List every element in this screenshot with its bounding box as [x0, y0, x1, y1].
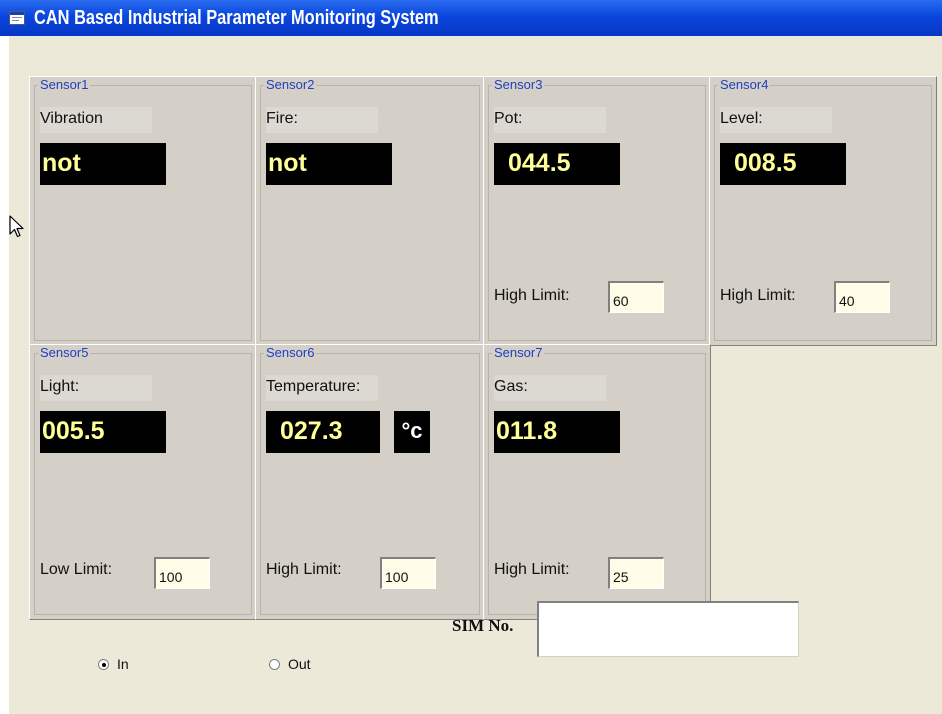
sim-number-label: SIM No. [452, 616, 514, 635]
sensor6-frame: Sensor6 Temperature: 027.3 °c High Limit… [255, 344, 485, 620]
main-panel: Sensor1 Vibration not Sensor2 Fire: not … [9, 36, 942, 714]
sensor3-value-display: 044.5 [494, 143, 620, 185]
sensor6-high-limit-input[interactable]: 100 [380, 557, 436, 589]
in-radio-button[interactable] [98, 658, 109, 670]
sensor7-high-limit-input[interactable]: 25 [608, 557, 664, 589]
out-radio-button[interactable] [269, 658, 280, 670]
sensor2-frame: Sensor2 Fire: not [255, 76, 485, 346]
sensor3-name: Pot: [494, 107, 606, 133]
title-bar[interactable]: CAN Based Industrial Parameter Monitorin… [0, 0, 942, 36]
sensor4-high-limit-input[interactable]: 40 [834, 281, 890, 313]
sensor3-high-limit-input[interactable]: 60 [608, 281, 664, 313]
sensor6-name: Temperature: [266, 375, 378, 401]
sensor3-frame: Sensor3 Pot: 044.5 High Limit: 60 [483, 76, 711, 346]
sensor6-limit-label: High Limit: [266, 561, 342, 578]
out-radio-label: Out [288, 656, 311, 672]
sensor6-frame-label: Sensor6 [264, 345, 317, 361]
in-radio-option[interactable]: In [98, 656, 129, 672]
sensor2-name: Fire: [266, 107, 378, 133]
sensor7-frame: Sensor7 Gas: 011.8 High Limit: 25 [483, 344, 711, 620]
sim-number-input[interactable] [537, 601, 799, 657]
sensor5-frame-label: Sensor5 [38, 345, 91, 361]
sensor2-value-display: not [266, 143, 392, 185]
in-radio-label: In [117, 656, 129, 672]
sensor5-value-display: 005.5 [40, 411, 166, 453]
sensor1-frame-label: Sensor1 [38, 77, 91, 93]
sensor7-name: Gas: [494, 375, 606, 401]
sensor7-value-display: 011.8 [494, 411, 620, 453]
sensor5-name: Light: [40, 375, 152, 401]
sensor4-frame: Sensor4 Level: 008.5 High Limit: 40 [709, 76, 937, 346]
sensor5-frame: Sensor5 Light: 005.5 Low Limit: 100 [29, 344, 257, 620]
out-radio-option[interactable]: Out [269, 656, 311, 672]
sensor4-name: Level: [720, 107, 832, 133]
sensor6-value-display: 027.3 [266, 411, 380, 453]
mouse-pointer-icon [9, 215, 24, 238]
sensor2-frame-label: Sensor2 [264, 77, 317, 93]
app-window-icon [9, 11, 25, 25]
sensor1-frame: Sensor1 Vibration not [29, 76, 257, 346]
sensor3-frame-label: Sensor3 [492, 77, 545, 93]
sensor4-value-display: 008.5 [720, 143, 846, 185]
sensor7-limit-label: High Limit: [494, 561, 570, 578]
sensor5-limit-label: Low Limit: [40, 561, 113, 578]
sensor4-limit-label: High Limit: [720, 287, 796, 304]
sensor3-limit-label: High Limit: [494, 287, 570, 304]
celsius-unit-label: °c [394, 411, 430, 453]
sensor1-name: Vibration [40, 107, 152, 133]
sensor1-value-display: not [40, 143, 166, 185]
sensor4-frame-label: Sensor4 [718, 77, 771, 93]
sensor5-low-limit-input[interactable]: 100 [154, 557, 210, 589]
window-title: CAN Based Industrial Parameter Monitorin… [34, 6, 439, 29]
sensor7-frame-label: Sensor7 [492, 345, 545, 361]
